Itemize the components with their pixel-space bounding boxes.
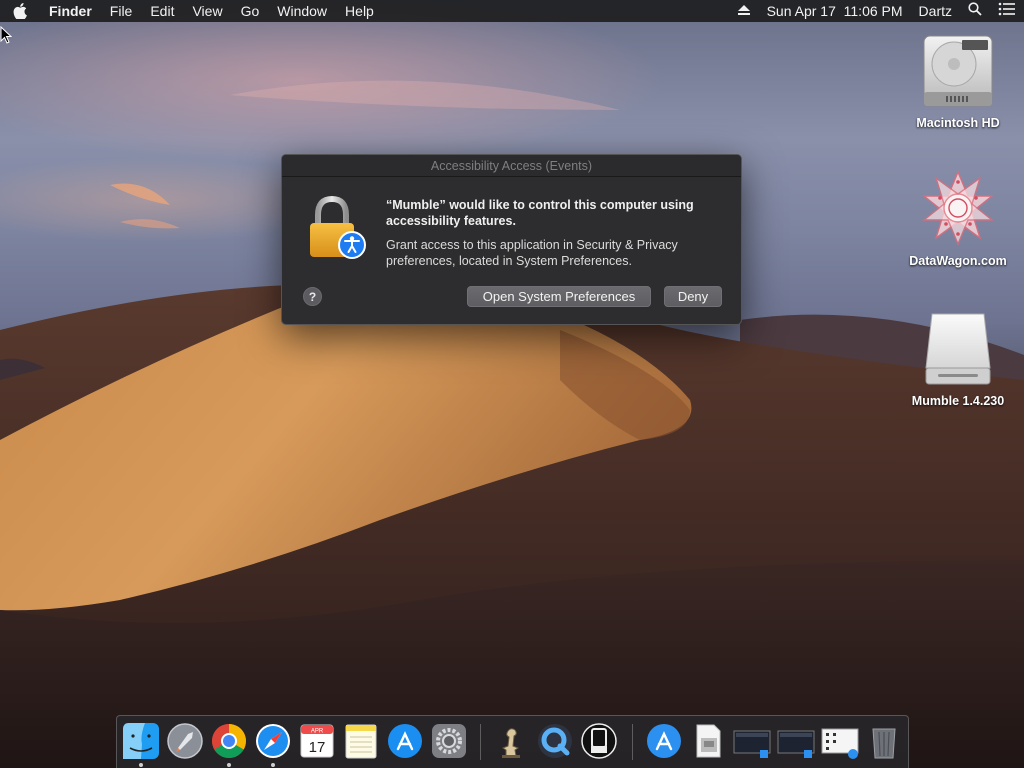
menu-view[interactable]: View	[183, 0, 231, 22]
desktop-icon-label: DataWagon.com	[909, 254, 1007, 268]
help-button[interactable]: ?	[303, 287, 322, 306]
screenshot-icon[interactable]	[733, 722, 771, 760]
desktop-icon-label: Mumble 1.4.230	[911, 394, 1005, 408]
chess-icon[interactable]	[492, 722, 530, 760]
desktop-icon-label: Macintosh HD	[916, 116, 1000, 130]
open-system-preferences-button[interactable]: Open System Preferences	[467, 286, 651, 307]
spotlight-search-icon[interactable]	[960, 0, 990, 22]
accessibility-access-dialog: Accessibility Access (Events) “Mumble” w…	[281, 154, 742, 325]
datawagon-icon	[918, 168, 998, 248]
menu-go[interactable]: Go	[232, 0, 269, 22]
screenshot-icon-2[interactable]	[777, 722, 815, 760]
calendar-day: 17	[309, 739, 326, 756]
app-store-folder-icon[interactable]	[645, 722, 683, 760]
desktop-icon-datawagon[interactable]: DataWagon.com	[898, 168, 1018, 268]
calendar-month: APR	[311, 729, 324, 735]
chrome-icon[interactable]	[210, 722, 248, 760]
notes-icon[interactable]	[342, 722, 380, 760]
network-diagram-icon[interactable]	[821, 722, 859, 760]
menu-edit[interactable]: Edit	[141, 0, 183, 22]
mouse-cursor-icon	[0, 25, 13, 49]
finder-icon[interactable]	[122, 722, 160, 760]
menu-file[interactable]: File	[101, 0, 142, 22]
dock: APR 17	[116, 715, 909, 768]
apple-menu-icon[interactable]	[0, 3, 40, 19]
running-indicator	[271, 763, 275, 767]
launchpad-icon[interactable]	[166, 722, 204, 760]
deny-button[interactable]: Deny	[664, 286, 722, 307]
dialog-title: Accessibility Access (Events)	[282, 155, 741, 177]
safari-icon[interactable]	[254, 722, 292, 760]
calendar-icon[interactable]: APR 17	[298, 722, 336, 760]
menubar-clock[interactable]: Sun Apr 17 11:06 PM	[759, 0, 911, 22]
quicktime-icon[interactable]	[536, 722, 574, 760]
trash-icon[interactable]	[865, 722, 903, 760]
preview-document-icon[interactable]	[689, 722, 727, 760]
dialog-headline: “Mumble” would like to control this comp…	[386, 198, 694, 228]
menubar-user[interactable]: Dartz	[911, 0, 960, 22]
desktop-wallpaper	[0, 0, 1024, 768]
desktop-icon-macintosh-hd[interactable]: Macintosh HD	[898, 30, 1018, 130]
menu-bar: Finder File Edit View Go Window Help Sun…	[0, 0, 1024, 22]
dock-separator	[632, 724, 633, 760]
disk-image-icon	[918, 308, 998, 388]
system-preferences-icon[interactable]	[430, 722, 468, 760]
app-store-icon[interactable]	[386, 722, 424, 760]
notification-center-icon[interactable]	[990, 0, 1024, 22]
dock-separator	[480, 724, 481, 760]
running-indicator	[227, 763, 231, 767]
desktop-icon-mumble-dmg[interactable]: Mumble 1.4.230	[898, 308, 1018, 408]
menu-help[interactable]: Help	[336, 0, 383, 22]
dialog-body-text: Grant access to this application in Secu…	[386, 238, 678, 268]
lock-accessibility-icon	[306, 195, 370, 261]
eject-icon[interactable]	[729, 0, 759, 22]
menu-window[interactable]: Window	[268, 0, 336, 22]
hard-drive-icon	[918, 30, 998, 110]
ble-icon[interactable]	[580, 722, 618, 760]
menu-app-finder[interactable]: Finder	[40, 0, 101, 22]
running-indicator	[139, 763, 143, 767]
